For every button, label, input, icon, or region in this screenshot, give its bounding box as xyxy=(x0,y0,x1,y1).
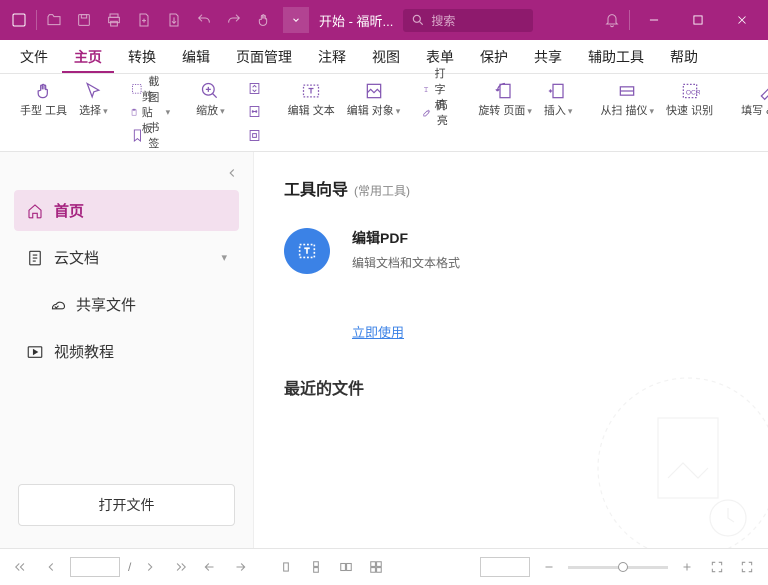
tool-desc: 编辑文档和文本格式 xyxy=(352,254,460,271)
use-now-link[interactable]: 立即使用 xyxy=(352,322,404,341)
sidebar-item-shared[interactable]: 共享文件 xyxy=(14,284,239,325)
fit-page-button[interactable] xyxy=(243,78,266,99)
menu-convert[interactable]: 转换 xyxy=(116,41,168,73)
menu-file[interactable]: 文件 xyxy=(8,41,60,73)
hand-dropdown-icon[interactable] xyxy=(249,5,279,35)
window-title: 开始 - 福昕... xyxy=(319,11,393,30)
sidebar: 首页 云文档▾ 共享文件 视频教程 打开文件 xyxy=(0,152,254,548)
bell-icon[interactable] xyxy=(597,5,627,35)
zoom-out-button[interactable] xyxy=(538,556,560,578)
fit-screen-button[interactable] xyxy=(706,556,728,578)
menu-bar: 文件 主页 转换 编辑 页面管理 注释 视图 表单 保护 共享 辅助工具 帮助 xyxy=(0,40,768,74)
open-file-button[interactable]: 打开文件 xyxy=(18,484,235,526)
first-page-button[interactable] xyxy=(10,556,32,578)
menu-edit[interactable]: 编辑 xyxy=(170,41,222,73)
rotate-page-button[interactable]: 旋转 页面▾ xyxy=(472,78,538,120)
zoom-button[interactable]: 缩放▾ xyxy=(190,78,231,120)
guide-title: 工具向导(常用工具) xyxy=(284,176,738,200)
menu-pagemgmt[interactable]: 页面管理 xyxy=(224,41,304,73)
maximize-button[interactable] xyxy=(676,0,720,40)
menu-help[interactable]: 帮助 xyxy=(658,41,710,73)
prev-page-button[interactable] xyxy=(40,556,62,578)
menu-protect[interactable]: 保护 xyxy=(468,41,520,73)
svg-text:OCR: OCR xyxy=(685,89,699,96)
ocr-button[interactable]: OCR快速 识别 xyxy=(660,78,719,120)
back-button[interactable] xyxy=(199,556,221,578)
select-tool-button[interactable]: 选择▾ xyxy=(73,78,114,120)
edit-pdf-icon xyxy=(284,228,330,274)
highlight-button[interactable]: 高亮 xyxy=(418,101,456,123)
hand-tool-button[interactable]: 手型 工具 xyxy=(14,78,73,120)
zoom-slider[interactable] xyxy=(568,566,668,569)
app-logo-icon[interactable] xyxy=(4,5,34,35)
fit-visible-button[interactable] xyxy=(243,125,266,146)
doc-add-icon[interactable] xyxy=(129,5,159,35)
layout-cont-facing-button[interactable] xyxy=(365,556,387,578)
forward-button[interactable] xyxy=(229,556,251,578)
undo-icon[interactable] xyxy=(189,5,219,35)
background-decoration xyxy=(588,368,768,548)
open-file-icon[interactable] xyxy=(39,5,69,35)
page-number-input[interactable] xyxy=(70,557,120,577)
edit-object-button[interactable]: 编辑 对象▾ xyxy=(341,78,407,120)
tool-card: 编辑PDF 编辑文档和文本格式 xyxy=(284,228,738,274)
tool-title: 编辑PDF xyxy=(352,228,460,248)
redo-icon[interactable] xyxy=(219,5,249,35)
title-bar: 开始 - 福昕... 搜索 xyxy=(0,0,768,40)
close-button[interactable] xyxy=(720,0,764,40)
next-page-button[interactable] xyxy=(139,556,161,578)
menu-accessibility[interactable]: 辅助工具 xyxy=(576,41,656,73)
search-box[interactable]: 搜索 xyxy=(403,9,533,32)
content-area: 工具向导(常用工具) 编辑PDF 编辑文档和文本格式 立即使用 最近的文件 xyxy=(254,152,768,548)
insert-page-button[interactable]: 插入▾ xyxy=(538,78,579,120)
menu-home[interactable]: 主页 xyxy=(62,41,114,73)
layout-single-button[interactable] xyxy=(275,556,297,578)
sidebar-item-cloud[interactable]: 云文档▾ xyxy=(14,237,239,278)
minimize-button[interactable] xyxy=(632,0,676,40)
menu-share[interactable]: 共享 xyxy=(522,41,574,73)
sidebar-item-home[interactable]: 首页 xyxy=(14,190,239,231)
page-total: / xyxy=(128,560,131,574)
edit-text-button[interactable]: 编辑 文本 xyxy=(282,78,341,120)
sidebar-item-video[interactable]: 视频教程 xyxy=(14,331,239,372)
menu-view[interactable]: 视图 xyxy=(360,41,412,73)
zoom-input[interactable] xyxy=(480,557,530,577)
quickaccess-dropdown[interactable] xyxy=(283,7,309,33)
fit-width-button[interactable] xyxy=(243,101,266,122)
fullscreen-button[interactable] xyxy=(736,556,758,578)
bookmark-button[interactable]: 书签 xyxy=(126,124,175,146)
zoom-in-button[interactable] xyxy=(676,556,698,578)
layout-continuous-button[interactable] xyxy=(305,556,327,578)
ribbon: 手型 工具 选择▾ 截图 剪贴板▾ 书签 缩放▾ 编辑 文本 编辑 对象▾ 打字… xyxy=(0,74,768,152)
fill-sign-button[interactable]: 填写 &签名 xyxy=(735,78,768,120)
sidebar-collapse-icon[interactable] xyxy=(225,166,239,180)
menu-annotate[interactable]: 注释 xyxy=(306,41,358,73)
status-bar: / xyxy=(0,548,768,585)
doc-export-icon[interactable] xyxy=(159,5,189,35)
from-scanner-button[interactable]: 从扫 描仪▾ xyxy=(594,78,660,120)
save-icon[interactable] xyxy=(69,5,99,35)
print-icon[interactable] xyxy=(99,5,129,35)
search-placeholder: 搜索 xyxy=(431,12,455,29)
layout-facing-button[interactable] xyxy=(335,556,357,578)
last-page-button[interactable] xyxy=(169,556,191,578)
